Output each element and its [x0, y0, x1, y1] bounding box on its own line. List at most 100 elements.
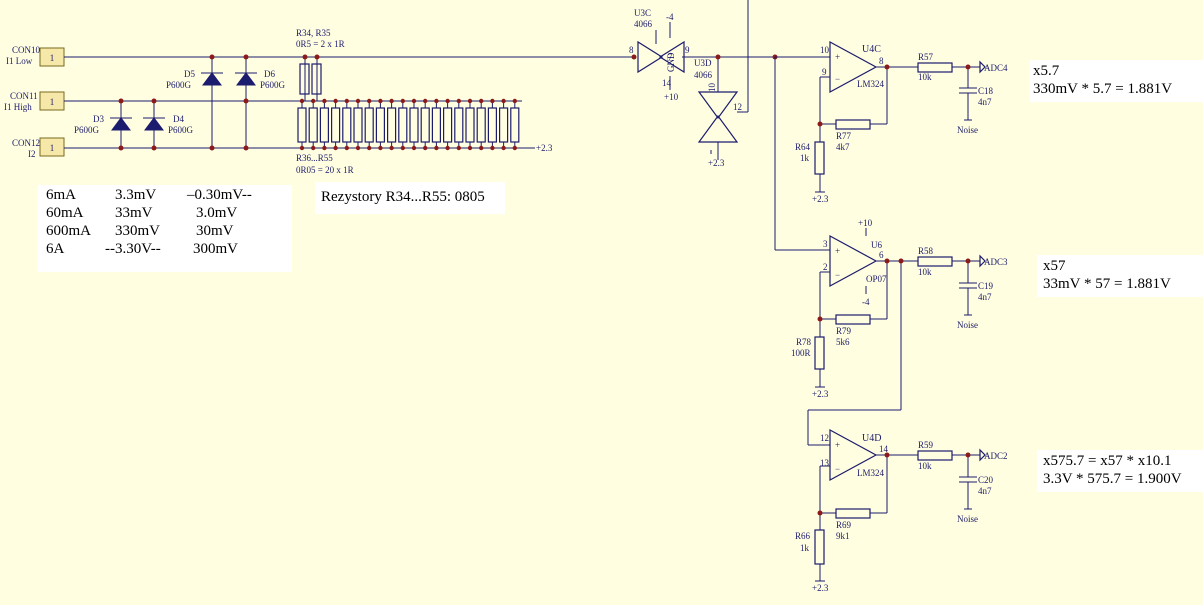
- junction-dot: [344, 145, 349, 151]
- svg-text:2: 2: [823, 262, 828, 272]
- gain-note-1-line2: 330mV * 5.7 = 1.881V: [1033, 81, 1173, 97]
- svg-text:Noise: Noise: [957, 125, 978, 135]
- svg-text:-4: -4: [862, 297, 870, 307]
- svg-text:+: +: [835, 246, 840, 256]
- svg-text:Noise: Noise: [957, 514, 978, 524]
- svg-text:I1 Low: I1 Low: [6, 56, 33, 66]
- diode-d6: D6 P600G: [235, 69, 286, 90]
- diode-d3: D3 P600G: [74, 114, 132, 135]
- svg-text:U3C: U3C: [634, 8, 651, 18]
- shunt-resistor: [454, 107, 464, 143]
- connector-con12: 1 CON12 I2: [12, 137, 65, 159]
- junction-dot: [490, 145, 495, 151]
- wires-input: [64, 56, 636, 149]
- svg-text:R69: R69: [836, 520, 852, 530]
- svg-text:ADC3: ADC3: [984, 257, 1008, 267]
- table-cell: 33mV: [115, 205, 153, 221]
- svg-text:+: +: [835, 52, 840, 62]
- svg-text:10k: 10k: [918, 267, 932, 277]
- junction-dot: [490, 98, 495, 104]
- gain-stage-u4d: + − U4D LM324 12 13 14 R59 10k ADC2 C20 4…: [795, 428, 1008, 593]
- shunt-resistor: [319, 107, 329, 143]
- table-cell: 3.0mV: [196, 205, 238, 221]
- svg-text:+2.3: +2.3: [812, 389, 829, 399]
- svg-text:10: 10: [820, 45, 830, 55]
- junction-dot: [512, 98, 517, 104]
- svg-text:R64: R64: [795, 142, 811, 152]
- junction-dot: [400, 145, 405, 151]
- gain-note-2-line1: x57: [1043, 258, 1066, 274]
- junction-dot: [333, 145, 338, 151]
- junction-dot: [501, 145, 506, 151]
- svg-text:U3D: U3D: [694, 58, 712, 68]
- svg-text:0R5 = 2 x 1R: 0R5 = 2 x 1R: [296, 39, 345, 49]
- svg-text:ADC2: ADC2: [984, 451, 1008, 461]
- junction-dot: [311, 145, 316, 151]
- shunt-resistor: [420, 107, 430, 143]
- svg-text:LM324: LM324: [857, 79, 885, 89]
- junction-dot: [378, 98, 383, 104]
- svg-text:−: −: [835, 270, 840, 280]
- svg-text:10k: 10k: [918, 461, 932, 471]
- svg-text:+2.3: +2.3: [708, 158, 725, 168]
- gain-note-3: x575.7 = x57 * x10.1 3.3V * 575.7 = 1.90…: [1037, 450, 1203, 492]
- svg-text:8: 8: [879, 56, 884, 66]
- svg-text:U4C: U4C: [862, 44, 881, 55]
- junction-dot: [467, 145, 473, 151]
- svg-text:P600G: P600G: [168, 125, 194, 135]
- junction-dot: [411, 145, 417, 151]
- resistor-note: Rezystory R34...R55: 0805: [315, 182, 505, 214]
- svg-text:+2.3: +2.3: [812, 583, 829, 593]
- table-cell: 30mV: [196, 223, 234, 239]
- svg-text:CON10: CON10: [12, 45, 41, 55]
- svg-text:ADC4: ADC4: [984, 63, 1008, 73]
- diode-d4: D4 P600G: [143, 114, 194, 135]
- current-range-table: 6mA 3.3mV –0.30mV-- 60mA 33mV 3.0mV 600m…: [38, 185, 292, 272]
- junction-dot: [389, 98, 394, 104]
- svg-text:10: 10: [707, 83, 717, 93]
- shunt-resistor: [443, 107, 453, 143]
- table-cell: 60mA: [46, 205, 84, 221]
- svg-text:R34, R35: R34, R35: [296, 28, 331, 38]
- shunt-resistor: [487, 107, 497, 143]
- svg-text:1: 1: [50, 143, 55, 153]
- svg-text:D5: D5: [184, 69, 195, 79]
- connector-con11: 1 CON11 I1 High: [4, 91, 65, 112]
- rail-label-shunt: +2.3: [536, 143, 553, 153]
- svg-text:P600G: P600G: [260, 80, 286, 90]
- svg-text:−: −: [835, 74, 840, 84]
- svg-text:1k: 1k: [800, 543, 810, 553]
- svg-text:OP07: OP07: [866, 274, 887, 284]
- svg-text:C19: C19: [978, 281, 994, 291]
- svg-text:U4D: U4D: [862, 433, 881, 444]
- shunt-resistor: [465, 107, 475, 143]
- table-cell: 600mA: [46, 223, 91, 239]
- table-cell: –0.30mV--: [187, 187, 252, 203]
- svg-text:5k6: 5k6: [836, 337, 850, 347]
- junction-dot: [456, 145, 461, 151]
- junction-dot: [389, 145, 394, 151]
- table-cell: 330mV: [115, 223, 160, 239]
- svg-text:Noise: Noise: [957, 320, 978, 330]
- shunt-resistor: [387, 107, 397, 143]
- table-cell: 6A: [46, 241, 65, 257]
- table-cell: --3.30V--: [105, 241, 161, 257]
- svg-text:4n7: 4n7: [978, 486, 992, 496]
- svg-text:R77: R77: [836, 131, 852, 141]
- shunt-resistor: [499, 107, 509, 143]
- svg-text:R66: R66: [795, 531, 811, 541]
- svg-text:7: 7: [668, 52, 673, 62]
- analog-switch-u3c: U3C 4066 -4 8 9 14 +10 GND 7: [629, 8, 775, 102]
- shunt-resistor: [510, 107, 520, 143]
- junction-dot: [512, 145, 517, 151]
- junction-dot: [479, 98, 484, 104]
- analog-switch-u3d: U3D 4066 10 12 +2.3: [694, 0, 749, 168]
- junction-dot: [378, 145, 383, 151]
- svg-text:10k: 10k: [918, 72, 932, 82]
- svg-text:C20: C20: [978, 475, 994, 485]
- shunt-resistor: [375, 107, 385, 143]
- svg-text:LM324: LM324: [857, 468, 885, 478]
- gain-note-1-line1: x5.7: [1033, 63, 1060, 79]
- schematic-canvas: 1 CON10 I1 Low 1 CON11 I1 High 1 CON12 I…: [4, 0, 1008, 593]
- svg-text:-4: -4: [666, 12, 674, 22]
